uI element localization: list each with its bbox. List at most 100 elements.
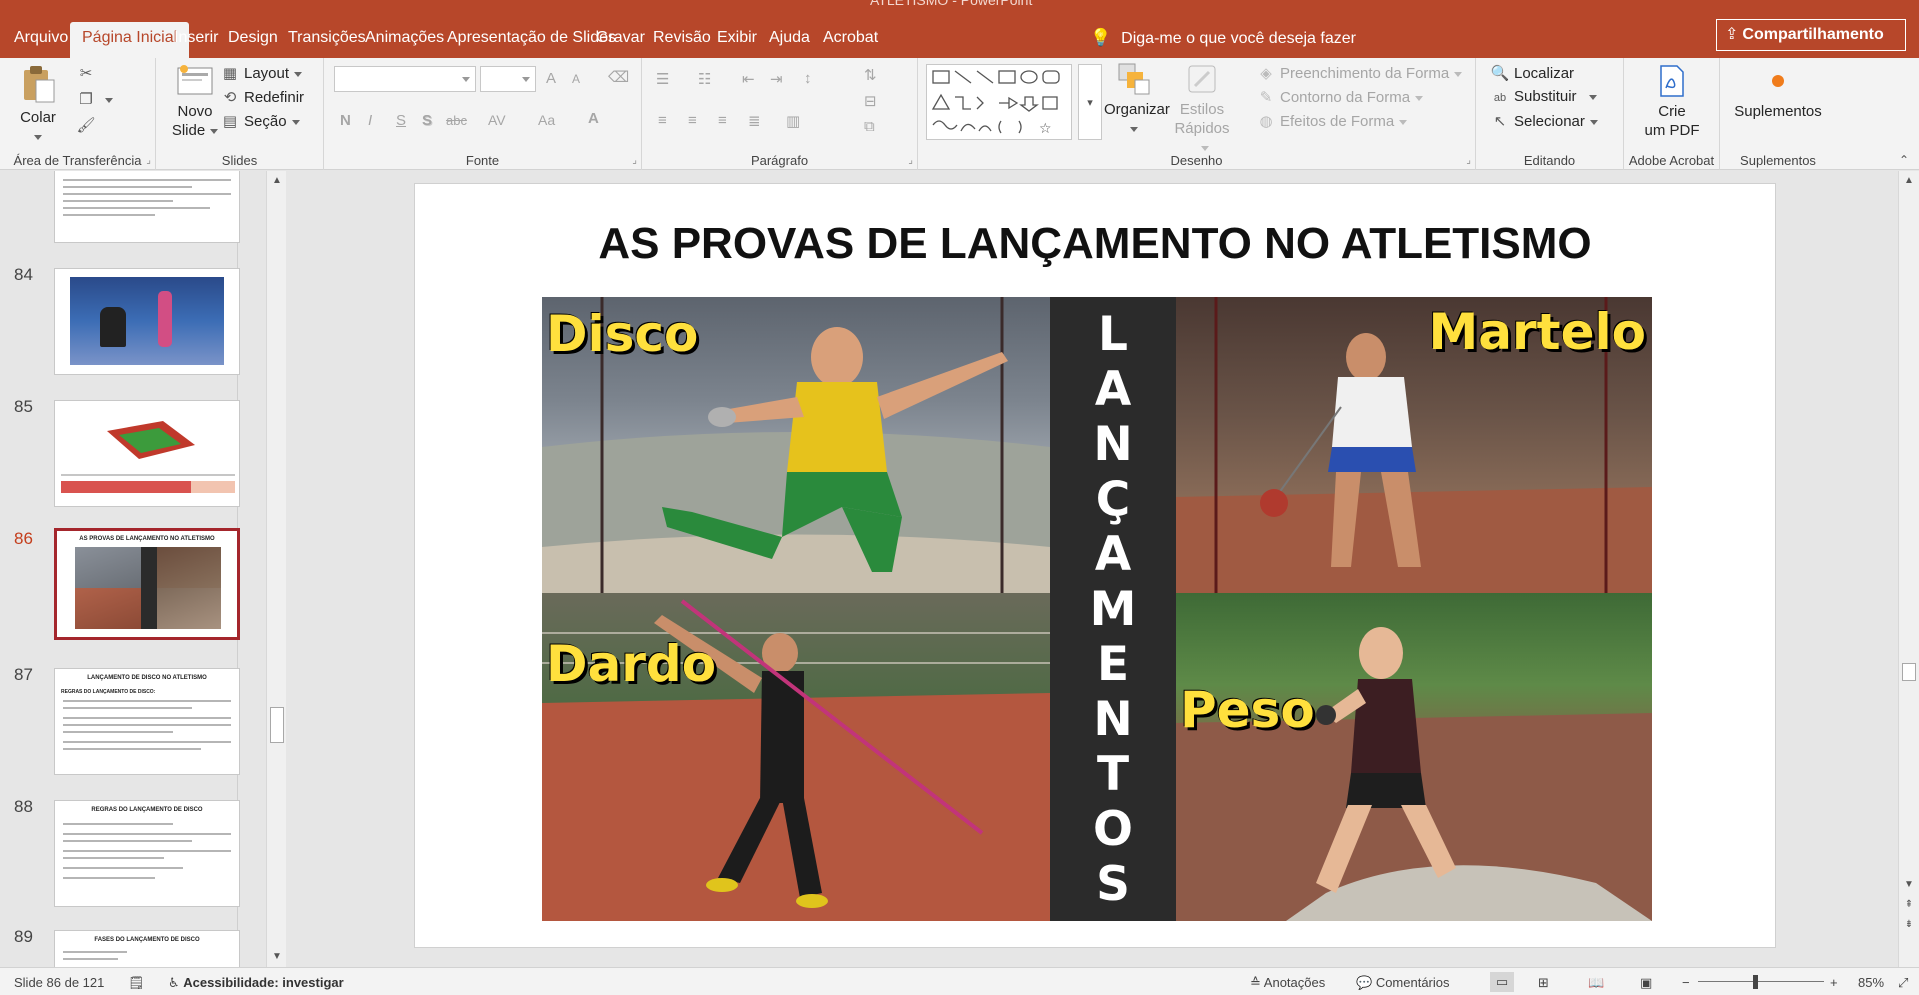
thumbnail-scrollbar[interactable]: ▲ ▼ [266, 171, 286, 967]
section-button[interactable]: ▤ Seção [220, 112, 300, 130]
paste-button[interactable]: Colar [8, 64, 68, 146]
scroll-down-icon[interactable]: ▼ [269, 949, 285, 965]
throwing-events-collage[interactable]: Disco Martelo Dardo Peso L A N Ç A M E N… [542, 297, 1652, 921]
slide-thumbnail-83[interactable] [54, 171, 240, 243]
create-pdf-button[interactable]: Crie um PDF [1638, 64, 1706, 140]
quick-styles-button[interactable]: Estilos Rápidos [1172, 62, 1232, 157]
zoom-out-button[interactable]: − [1682, 975, 1690, 990]
status-bar: Slide 86 de 121 🗒 ♿ Acessibilidade: inve… [0, 967, 1919, 995]
comments-button[interactable]: 💬 Comentários [1356, 975, 1450, 991]
shape-fill-button[interactable]: ◈ Preenchimento da Forma [1256, 64, 1463, 82]
slideshow-icon[interactable]: ▣ [1640, 975, 1652, 991]
slide-thumbnail-84[interactable] [54, 268, 240, 375]
text-direction-icon[interactable]: ⇅ [864, 66, 877, 84]
shapes-gallery[interactable]: ☆ [926, 64, 1072, 140]
bullets-icon[interactable]: ☰ [656, 70, 669, 88]
fit-to-window-icon[interactable]: ⤢ [1898, 975, 1908, 991]
slide-thumbnail-85[interactable] [54, 400, 240, 507]
new-slide-button[interactable]: Novo Slide [166, 64, 224, 140]
zoom-slider[interactable] [1698, 981, 1824, 982]
shadow-button[interactable]: S [422, 112, 432, 129]
launcher-icon[interactable]: ⌟ [632, 155, 637, 166]
slide-thumbnail-89[interactable]: FASES DO LANÇAMENTO DE DISCO [54, 930, 240, 970]
reading-view-icon[interactable]: 📖 [1588, 975, 1604, 991]
copy-button[interactable]: ❐ [76, 90, 113, 108]
grow-font-icon[interactable]: A [546, 70, 556, 87]
addins-button[interactable]: Suplementos [1728, 64, 1828, 121]
slide-sorter-icon[interactable]: ⊞ [1538, 975, 1549, 991]
zoom-in-button[interactable]: + [1830, 975, 1838, 990]
addins-icon [1772, 75, 1784, 87]
quick-styles-icon [1188, 65, 1216, 93]
font-size-combo[interactable] [480, 66, 536, 92]
notes-button[interactable]: ≙ Anotações [1250, 975, 1325, 991]
change-case-button[interactable]: Aa [538, 112, 555, 128]
collapse-ribbon-icon[interactable]: ⌃ [1899, 153, 1909, 167]
zoom-level[interactable]: 85% [1858, 975, 1884, 990]
current-slide[interactable]: AS PROVAS DE LANÇAMENTO NO ATLETISMO Dis… [414, 183, 1776, 948]
slide-thumbnail-87[interactable]: LANÇAMENTO DE DISCO NO ATLETISMO REGRAS … [54, 668, 240, 775]
notes-page-icon[interactable]: 🗒 [128, 975, 145, 991]
underline-button[interactable]: S [396, 112, 406, 129]
zoom-slider-knob[interactable] [1752, 975, 1758, 989]
ribbon-tabs: Arquivo Página Inicial Inserir Design Tr… [0, 12, 1919, 58]
launcher-icon[interactable]: ⌟ [1466, 155, 1471, 166]
italic-button[interactable]: I [368, 112, 372, 129]
align-text-icon[interactable]: ⊟ [864, 92, 877, 110]
char-spacing-button[interactable]: AV [488, 112, 506, 128]
columns-icon[interactable]: ▥ [786, 112, 800, 130]
scroll-up-icon[interactable]: ▲ [1901, 173, 1917, 189]
numbering-icon[interactable]: ☷ [698, 70, 711, 88]
reset-button[interactable]: ⟲ Redefinir [220, 88, 304, 106]
tab-arquivo[interactable]: Arquivo [2, 22, 80, 58]
share-button[interactable]: ⇪ Compartilhamento [1716, 19, 1906, 51]
cut-button[interactable]: ✂ [76, 64, 100, 82]
group-editing: 🔍 Localizar ab Substituir ↖ Selecionar Edit… [1476, 58, 1624, 170]
launcher-icon[interactable]: ⌟ [908, 155, 913, 166]
slide-number: 85 [14, 397, 33, 416]
tab-acrobat[interactable]: Acrobat [811, 22, 890, 58]
slide-scrollbar[interactable]: ▲ ▼ ⇞ ⇟ [1898, 171, 1919, 967]
next-slide-icon[interactable]: ⇟ [1901, 917, 1917, 933]
format-painter-button[interactable]: 🖌 [76, 116, 100, 134]
justify-icon[interactable]: ≣ [748, 112, 761, 130]
previous-slide-icon[interactable]: ⇞ [1901, 897, 1917, 913]
font-name-combo[interactable] [334, 66, 476, 92]
shrink-font-icon[interactable]: A [572, 72, 580, 86]
scroll-thumb[interactable] [1902, 663, 1916, 681]
slide-thumbnail-88[interactable]: REGRAS DO LANÇAMENTO DE DISCO [54, 800, 240, 907]
smartart-icon[interactable]: ⧉ [864, 118, 875, 135]
find-button[interactable]: 🔍 Localizar [1490, 64, 1574, 82]
tell-me-search[interactable]: 💡 Diga-me o que você deseja fazer [1090, 22, 1356, 54]
line-spacing-icon[interactable]: ↕ [804, 70, 812, 87]
align-center-icon[interactable]: ≡ [688, 112, 697, 129]
increase-indent-icon[interactable]: ⇥ [770, 70, 783, 88]
shapes-more-button[interactable]: ▾ [1078, 64, 1102, 140]
bold-button[interactable]: N [340, 112, 351, 129]
arrange-button[interactable]: Organizar [1104, 62, 1170, 138]
slide-number: 84 [14, 265, 33, 284]
select-button[interactable]: ↖ Selecionar [1490, 112, 1598, 130]
align-left-icon[interactable]: ≡ [658, 112, 667, 129]
group-addins: Suplementos Suplementos [1720, 58, 1836, 170]
comment-icon: 💬 [1356, 975, 1376, 990]
normal-view-icon[interactable]: ▭ [1490, 972, 1514, 992]
group-label-acrobat: Adobe Acrobat [1628, 153, 1715, 168]
font-color-button[interactable]: A [588, 110, 599, 127]
launcher-icon[interactable]: ⌟ [146, 155, 151, 166]
align-right-icon[interactable]: ≡ [718, 112, 727, 129]
slide-thumbnail-86[interactable]: AS PROVAS DE LANÇAMENTO NO ATLETISMO [54, 528, 240, 640]
strike-button[interactable]: abc [446, 113, 467, 128]
layout-button[interactable]: ▦ Layout [220, 64, 303, 82]
slide-editor: AS PROVAS DE LANÇAMENTO NO ATLETISMO Dis… [288, 171, 1896, 967]
scroll-up-icon[interactable]: ▲ [269, 173, 285, 189]
clear-format-icon[interactable]: ⌫ [608, 68, 629, 86]
replace-button[interactable]: ab Substituir [1490, 88, 1597, 105]
decrease-indent-icon[interactable]: ⇤ [742, 70, 755, 88]
slide-title[interactable]: AS PROVAS DE LANÇAMENTO NO ATLETISMO [415, 219, 1775, 269]
scroll-down-icon[interactable]: ▼ [1901, 877, 1917, 893]
shape-effects-button[interactable]: ◍ Efeitos de Forma [1256, 112, 1408, 130]
accessibility-status[interactable]: ♿ Acessibilidade: investigar [168, 975, 344, 991]
shape-outline-button[interactable]: ✎ Contorno da Forma [1256, 88, 1424, 106]
scroll-thumb[interactable] [270, 707, 284, 743]
